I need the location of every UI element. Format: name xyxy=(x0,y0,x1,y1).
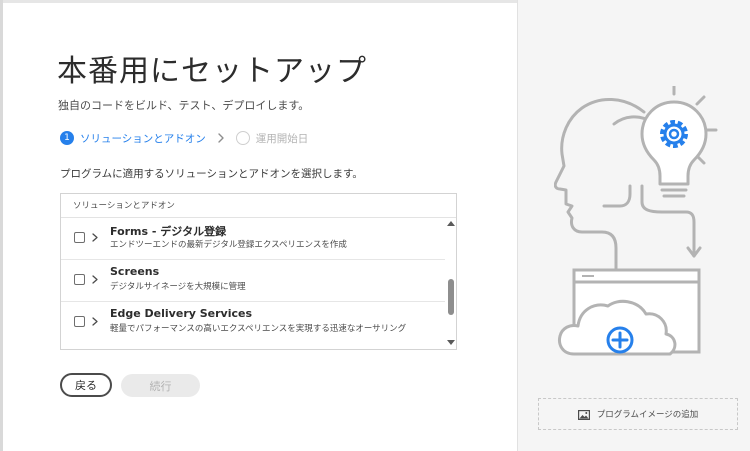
solutions-list: ソリューションとアドオン Forms - デジタル登録 エンドツーエンドの最新デ… xyxy=(60,193,457,350)
chevron-right-icon xyxy=(214,131,228,145)
item-title: Forms - デジタル登録 xyxy=(110,225,227,238)
list-scrollbar[interactable] xyxy=(445,218,456,349)
right-pane: プログラムイメージの追加 xyxy=(517,0,750,451)
item-description: エンドツーエンドの最新デジタル登録エクスペリエンスを作成 xyxy=(110,240,347,250)
list-item: Forms - デジタル登録 エンドツーエンドの最新デジタル登録エクスペリエンス… xyxy=(61,218,445,260)
checkbox[interactable] xyxy=(74,316,85,327)
selection-description: プログラムに適用するソリューションとアドオンを選択します。 xyxy=(60,168,363,180)
step-2-indicator xyxy=(235,131,250,145)
add-image-label: プログラムイメージの追加 xyxy=(596,410,699,420)
step-1-label[interactable]: ソリューションとアドオン xyxy=(80,131,206,146)
stepper: 1 ソリューションとアドオン 運用開始日 xyxy=(60,130,308,146)
image-icon xyxy=(577,405,590,424)
chevron-right-icon[interactable] xyxy=(90,272,100,286)
page-subtitle: 独自のコードをビルド、テスト、デプロイします。 xyxy=(58,99,310,112)
checkbox[interactable] xyxy=(74,232,85,243)
list-item: Screens デジタルサイネージを大規模に管理 xyxy=(61,260,445,302)
step-2-label: 運用開始日 xyxy=(255,132,309,145)
checkbox[interactable] xyxy=(74,274,85,285)
list-item: Edge Delivery Services 軽量でパフォーマンスの高いエクスペ… xyxy=(61,302,445,349)
scroll-up-arrow-icon[interactable] xyxy=(447,219,455,227)
back-button[interactable]: 戻る xyxy=(60,373,112,397)
next-button[interactable]: 続行 xyxy=(121,374,200,397)
chevron-right-icon[interactable] xyxy=(90,314,100,328)
add-program-image-button[interactable]: プログラムイメージの追加 xyxy=(538,398,738,430)
program-illustration xyxy=(554,86,718,356)
item-title: Screens xyxy=(110,265,160,278)
scroll-down-arrow-icon[interactable] xyxy=(447,339,455,347)
item-description: 軽量でパフォーマンスの高いエクスペリエンスを実現する迅速なオーサリング xyxy=(110,324,407,334)
plus-circle-icon xyxy=(606,326,634,354)
item-description: デジタルサイネージを大規模に管理 xyxy=(110,282,246,292)
item-title: Edge Delivery Services xyxy=(110,307,253,320)
page-title: 本番用にセットアップ xyxy=(57,54,367,89)
scrollbar-thumb[interactable] xyxy=(448,279,454,315)
list-header: ソリューションとアドオン xyxy=(61,194,456,218)
setup-dialog: 本番用にセットアップ 独自のコードをビルド、テスト、デプロイします。 1 ソリュ… xyxy=(0,0,750,451)
step-1-indicator: 1 xyxy=(60,131,74,145)
list-rows: Forms - デジタル登録 エンドツーエンドの最新デジタル登録エクスペリエンス… xyxy=(61,218,445,349)
step-1-number: 1 xyxy=(64,133,70,143)
chevron-right-icon[interactable] xyxy=(90,230,100,244)
